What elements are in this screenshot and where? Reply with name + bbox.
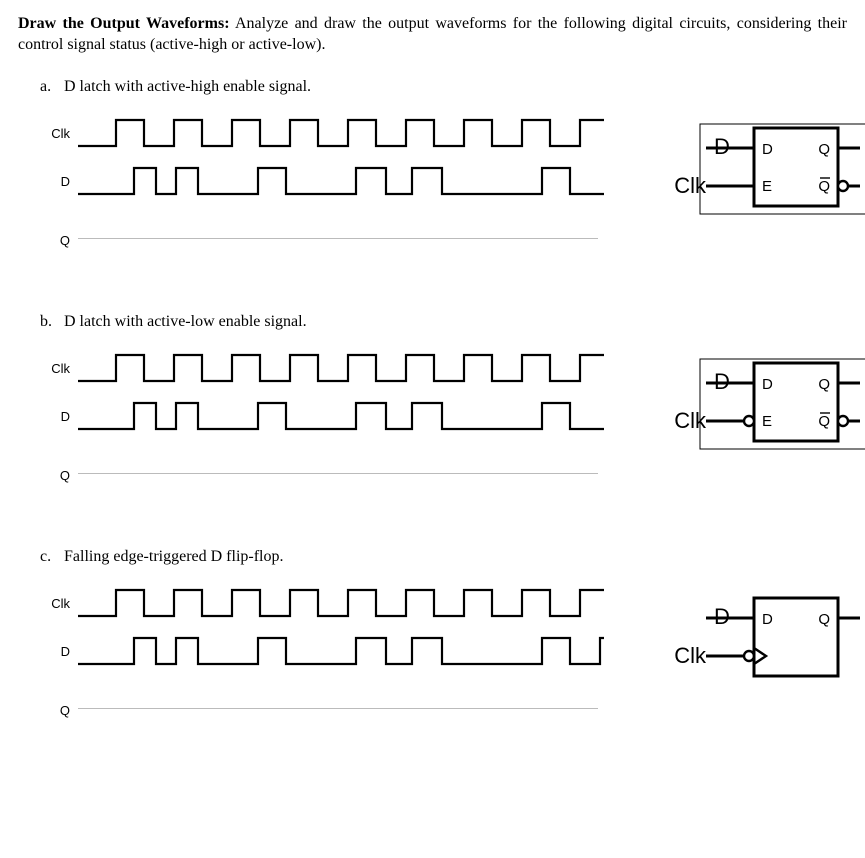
clk-label: Clk — [46, 596, 74, 611]
d-waveform — [74, 162, 604, 202]
d-waveform — [74, 632, 604, 672]
problem-b-letter: b. — [40, 313, 60, 331]
svg-text:D: D — [714, 369, 730, 394]
svg-text:E: E — [762, 413, 772, 430]
d-waveform — [74, 397, 604, 437]
heading-bold: Draw the Output Waveforms: — [18, 15, 230, 32]
clk-label: Clk — [46, 361, 74, 376]
problem-a-title: a. D latch with active-high enable signa… — [40, 78, 847, 96]
problem-b-waves: Clk D Q — [46, 349, 606, 514]
q-label: Q — [46, 468, 74, 483]
q-label: Q — [46, 703, 74, 718]
d-label: D — [46, 409, 74, 424]
problem-c-schematic: D Clk D Q — [636, 584, 865, 690]
svg-text:D: D — [762, 376, 773, 393]
problem-b-schematic: D Clk D Q E Q — [636, 349, 865, 455]
svg-text:Q: Q — [818, 376, 830, 393]
d-label: D — [46, 644, 74, 659]
q-label: Q — [46, 233, 74, 248]
svg-text:Clk: Clk — [674, 408, 707, 433]
q-blank-line — [78, 473, 598, 506]
problem-a-letter: a. — [40, 78, 60, 96]
problem-a-desc: D latch with active-high enable signal. — [64, 78, 311, 95]
clk-waveform — [74, 584, 604, 624]
svg-text:D: D — [714, 604, 730, 629]
svg-text:E: E — [762, 178, 772, 195]
q-blank-line — [78, 238, 598, 271]
svg-text:Q: Q — [818, 611, 830, 628]
problem-b-title: b. D latch with active-low enable signal… — [40, 313, 847, 331]
svg-text:Q: Q — [818, 178, 830, 195]
svg-text:D: D — [762, 141, 773, 158]
problem-a-waves: Clk D Q — [46, 114, 606, 279]
svg-text:Clk: Clk — [674, 173, 707, 198]
clk-waveform — [74, 349, 604, 389]
clk-label: Clk — [46, 126, 74, 141]
clk-waveform — [74, 114, 604, 154]
problem-c-desc: Falling edge-triggered D flip-flop. — [64, 548, 284, 565]
svg-text:Q: Q — [818, 413, 830, 430]
problem-a: a. D latch with active-high enable signa… — [18, 78, 847, 279]
problem-c-letter: c. — [40, 548, 60, 566]
svg-text:D: D — [714, 134, 730, 159]
svg-text:Clk: Clk — [674, 643, 707, 668]
heading: Draw the Output Waveforms: Analyze and d… — [18, 14, 847, 56]
svg-text:D: D — [762, 611, 773, 628]
problem-b: b. D latch with active-low enable signal… — [18, 313, 847, 514]
problem-c-waves: Clk D Q — [46, 584, 606, 749]
q-blank-line — [78, 708, 598, 741]
problem-a-schematic: D Clk D Q E Q — [636, 114, 865, 220]
problem-b-desc: D latch with active-low enable signal. — [64, 313, 307, 330]
problem-c: c. Falling edge-triggered D flip-flop. C… — [18, 548, 847, 749]
d-label: D — [46, 174, 74, 189]
svg-text:Q: Q — [818, 141, 830, 158]
problem-c-title: c. Falling edge-triggered D flip-flop. — [40, 548, 847, 566]
